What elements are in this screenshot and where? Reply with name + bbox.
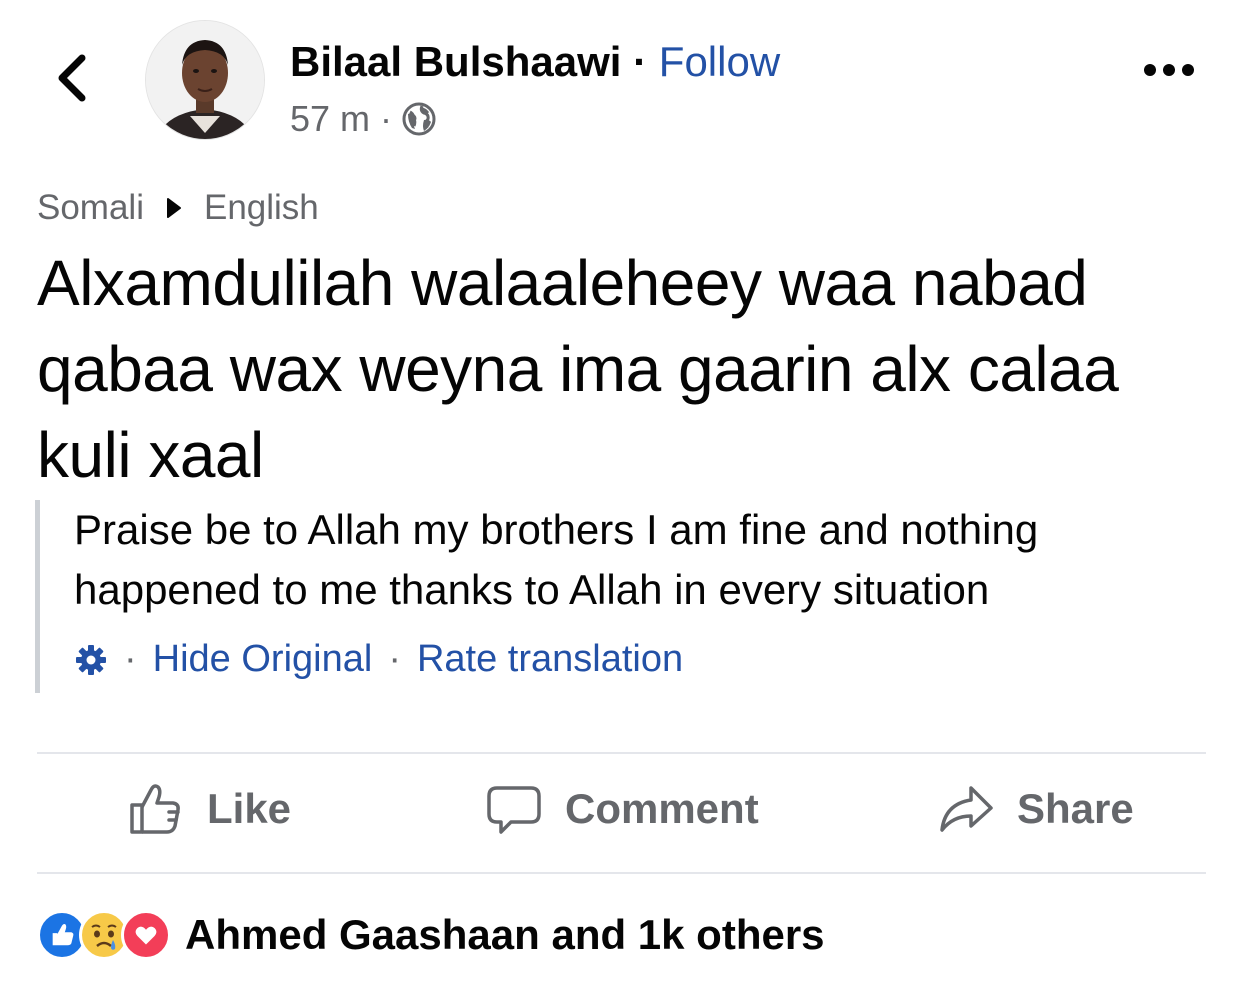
gear-icon[interactable] [74, 643, 108, 677]
share-arrow-icon [940, 786, 993, 832]
chevron-left-icon [58, 54, 86, 102]
share-button[interactable]: Share [937, 780, 1134, 838]
rate-translation-link[interactable]: Rate translation [417, 638, 683, 681]
tools-separator: · [124, 638, 137, 680]
like-label: Like [207, 785, 292, 832]
meta-separator: · [380, 98, 393, 139]
avatar-image [146, 21, 264, 139]
more-options-dot [1163, 64, 1175, 76]
reactions-summary[interactable]: Ahmed Gaashaan and 1k others [37, 910, 825, 960]
translation-tools: · Hide Original · Rate translation [74, 638, 683, 681]
thumbs-up-icon [130, 784, 180, 834]
avatar[interactable] [145, 20, 265, 140]
play-arrow-icon [166, 198, 181, 218]
divider [37, 872, 1206, 874]
target-language: English [203, 188, 319, 227]
post-translated-text: Praise be to Allah my brothers I am fine… [74, 506, 1039, 613]
back-button[interactable] [50, 52, 94, 104]
more-options-dot [1182, 64, 1194, 76]
post-actions-bar: Like Comment Share [37, 780, 1206, 852]
author-name[interactable]: Bilaal Bulshaawi [290, 38, 621, 85]
separator-dot: · [633, 38, 648, 85]
globe-icon [402, 102, 436, 136]
source-language: Somali [37, 188, 144, 227]
post-original-text: Alxamdulilah walaaleheey waa nabad qabaa… [37, 247, 1119, 491]
translation-language-row: Somali English [37, 188, 319, 228]
like-button[interactable]: Like [127, 780, 291, 838]
tools-separator: · [388, 638, 401, 680]
share-label: Share [1017, 785, 1134, 832]
reactions-summary-text[interactable]: Ahmed Gaashaan and 1k others [185, 911, 825, 959]
post-header-title: Bilaal Bulshaawi · Follow [290, 38, 780, 86]
post-meta: 57 m · [290, 98, 436, 140]
comment-label: Comment [565, 785, 759, 832]
follow-button[interactable]: Follow [659, 38, 780, 85]
comment-bubble-icon [487, 786, 541, 834]
more-options-icon [1144, 64, 1156, 76]
divider [37, 752, 1206, 754]
comment-button[interactable]: Comment [485, 780, 759, 838]
more-options-button[interactable] [1144, 64, 1194, 76]
translation-quote-bar [35, 500, 40, 693]
love-reaction-icon [121, 910, 171, 960]
post-time[interactable]: 57 m [290, 98, 370, 140]
hide-original-link[interactable]: Hide Original [153, 638, 373, 681]
